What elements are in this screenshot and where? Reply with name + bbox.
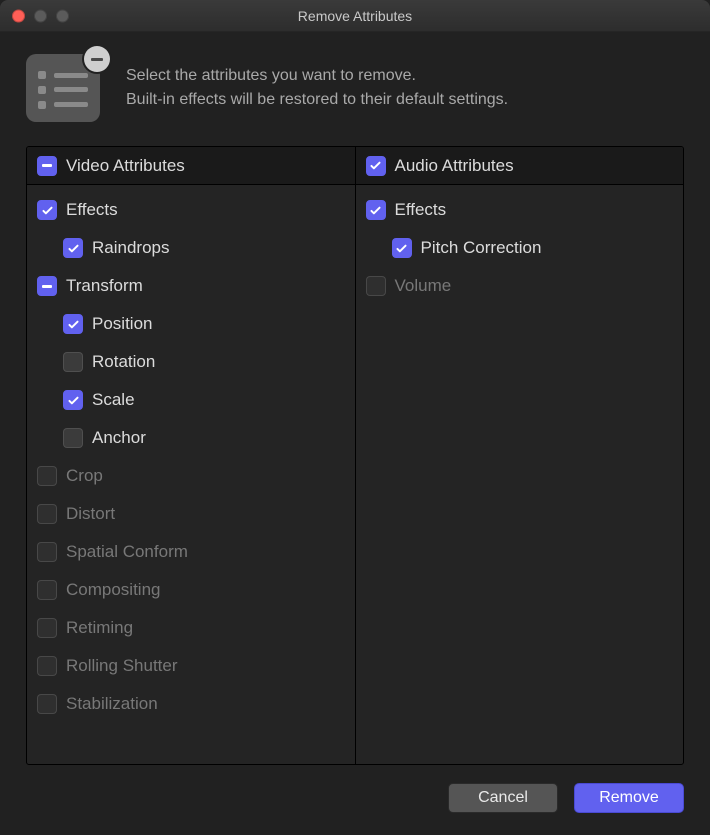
cancel-button[interactable]: Cancel xyxy=(448,783,558,813)
list-item: Crop xyxy=(27,457,355,495)
attribute-checkbox[interactable] xyxy=(37,276,57,296)
window-controls xyxy=(12,9,69,22)
attribute-checkbox[interactable] xyxy=(63,238,83,258)
attribute-checkbox[interactable] xyxy=(63,428,83,448)
list-item: Compositing xyxy=(27,571,355,609)
header: Select the attributes you want to remove… xyxy=(0,32,710,146)
audio-attributes-column: Audio Attributes Effects Pitch Correction… xyxy=(356,147,684,764)
attribute-checkbox xyxy=(37,504,57,524)
list-item: Anchor xyxy=(27,419,355,457)
video-attributes-list: Effects Raindrops Transform Position Rotatio… xyxy=(27,185,355,729)
attribute-checkbox xyxy=(37,542,57,562)
attribute-label: Effects xyxy=(66,200,118,220)
attribute-checkbox xyxy=(37,694,57,714)
attribute-checkbox xyxy=(37,656,57,676)
attribute-label: Spatial Conform xyxy=(66,542,188,562)
header-text: Select the attributes you want to remove… xyxy=(126,64,508,112)
video-attributes-label: Video Attributes xyxy=(66,156,185,176)
minimize-window-button[interactable] xyxy=(34,9,47,22)
list-item: Effects xyxy=(356,191,684,229)
list-item: Transform xyxy=(27,267,355,305)
titlebar: Remove Attributes xyxy=(0,0,710,32)
attribute-label: Scale xyxy=(92,390,135,410)
list-item: Effects xyxy=(27,191,355,229)
video-attributes-checkbox[interactable] xyxy=(37,156,57,176)
header-line-2: Built-in effects will be restored to the… xyxy=(126,88,508,112)
audio-attributes-header: Audio Attributes xyxy=(356,147,684,185)
video-attributes-header: Video Attributes xyxy=(27,147,355,185)
attribute-label: Raindrops xyxy=(92,238,170,258)
list-item: Raindrops xyxy=(27,229,355,267)
attribute-checkbox[interactable] xyxy=(63,352,83,372)
close-window-button[interactable] xyxy=(12,9,25,22)
remove-button[interactable]: Remove xyxy=(574,783,684,813)
audio-attributes-checkbox[interactable] xyxy=(366,156,386,176)
attribute-label: Distort xyxy=(66,504,115,524)
zoom-window-button[interactable] xyxy=(56,9,69,22)
list-item: Stabilization xyxy=(27,685,355,723)
remove-attributes-icon xyxy=(26,54,100,122)
attribute-checkbox[interactable] xyxy=(366,200,386,220)
attribute-checkbox xyxy=(37,466,57,486)
attribute-checkbox xyxy=(366,276,386,296)
attribute-label: Retiming xyxy=(66,618,133,638)
minus-badge-icon xyxy=(84,46,110,72)
attribute-checkbox xyxy=(37,580,57,600)
attribute-label: Pitch Correction xyxy=(421,238,542,258)
audio-attributes-label: Audio Attributes xyxy=(395,156,514,176)
attribute-label: Compositing xyxy=(66,580,161,600)
attribute-checkbox[interactable] xyxy=(63,390,83,410)
list-item: Pitch Correction xyxy=(356,229,684,267)
list-item: Scale xyxy=(27,381,355,419)
footer: Cancel Remove xyxy=(0,765,710,835)
attribute-checkbox[interactable] xyxy=(392,238,412,258)
audio-attributes-list: Effects Pitch Correction Volume xyxy=(356,185,684,311)
list-item: Rolling Shutter xyxy=(27,647,355,685)
list-item: Retiming xyxy=(27,609,355,647)
attribute-checkbox[interactable] xyxy=(63,314,83,334)
remove-attributes-window: Remove Attributes Select the attributes … xyxy=(0,0,710,835)
attribute-checkbox xyxy=(37,618,57,638)
attribute-label: Effects xyxy=(395,200,447,220)
list-item: Distort xyxy=(27,495,355,533)
window-title: Remove Attributes xyxy=(298,8,412,24)
attribute-label: Crop xyxy=(66,466,103,486)
attribute-label: Stabilization xyxy=(66,694,158,714)
list-item: Rotation xyxy=(27,343,355,381)
video-attributes-column: Video Attributes Effects Raindrops Transfo… xyxy=(27,147,356,764)
attribute-label: Rotation xyxy=(92,352,155,372)
list-item: Position xyxy=(27,305,355,343)
attribute-label: Position xyxy=(92,314,152,334)
list-item: Spatial Conform xyxy=(27,533,355,571)
attributes-panel: Video Attributes Effects Raindrops Transfo… xyxy=(26,146,684,765)
attribute-checkbox[interactable] xyxy=(37,200,57,220)
attribute-label: Transform xyxy=(66,276,143,296)
attribute-label: Rolling Shutter xyxy=(66,656,178,676)
attribute-label: Anchor xyxy=(92,428,146,448)
header-line-1: Select the attributes you want to remove… xyxy=(126,64,508,88)
attribute-label: Volume xyxy=(395,276,452,296)
list-item: Volume xyxy=(356,267,684,305)
